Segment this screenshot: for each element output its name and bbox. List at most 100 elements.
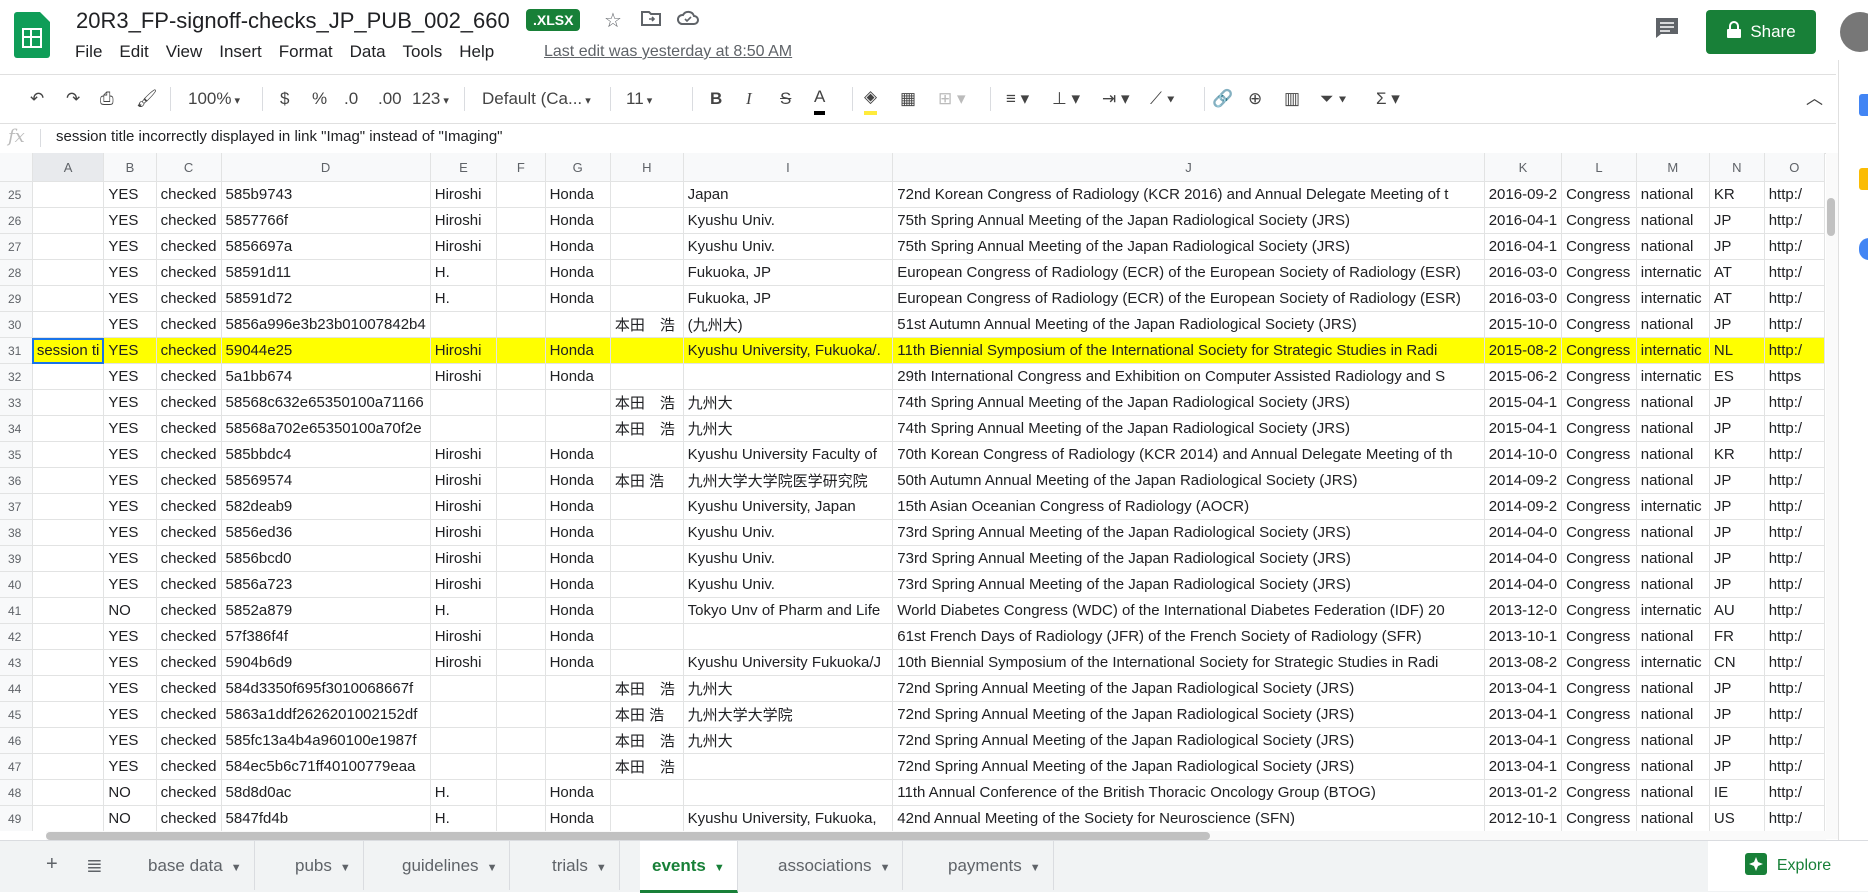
cell[interactable]: Hiroshi [430,571,498,598]
cell[interactable]: 本田 浩 [610,389,684,416]
cell[interactable]: national [1636,389,1710,416]
cell[interactable]: national [1636,181,1710,208]
cell[interactable]: checked [156,415,222,442]
cell[interactable]: 本田 浩 [610,753,684,780]
cell[interactable]: Congress [1561,597,1637,624]
row-header[interactable]: 40 [0,571,33,598]
cell[interactable]: Congress [1561,259,1637,286]
cell[interactable]: 5847fd4b [221,805,431,831]
cell[interactable]: Honda [545,233,611,260]
cell[interactable]: YES [103,571,157,598]
cell[interactable] [32,805,105,831]
cell[interactable] [496,571,546,598]
cell[interactable]: KR [1709,181,1765,208]
cell[interactable] [610,259,684,286]
cell[interactable]: Hiroshi [430,207,498,234]
cell[interactable]: checked [156,571,222,598]
paint-format-icon[interactable]: 🖌 [136,87,158,111]
cell[interactable] [32,415,105,442]
formula-input[interactable]: session title incorrectly displayed in l… [56,128,503,145]
cell[interactable]: 72nd Korean Congress of Radiology (KCR 2… [892,181,1485,208]
cell[interactable]: 5856a996e3b23b01007842b4 [221,311,431,338]
cell[interactable]: Honda [545,779,611,806]
cell[interactable]: Congress [1561,285,1637,312]
row-header[interactable]: 49 [0,805,33,831]
cell[interactable]: 585b9743 [221,181,431,208]
cell[interactable]: http:/ [1764,649,1825,676]
cell[interactable]: 2013-04-1 [1484,727,1563,754]
cell[interactable]: Kyushu University, Japan [683,493,894,520]
cell[interactable]: JP [1709,311,1765,338]
cell[interactable] [496,285,546,312]
cell[interactable] [496,311,546,338]
cell[interactable]: 2015-10-0 [1484,311,1563,338]
menu-view[interactable]: View [166,42,212,62]
cell[interactable]: Hiroshi [430,623,498,650]
increase-decimal-button[interactable]: .00 [378,87,402,111]
cell[interactable]: 2012-10-1 [1484,805,1563,831]
cell[interactable]: internatic [1636,337,1710,364]
cell[interactable]: 57f386f4f [221,623,431,650]
cell[interactable]: JP [1709,493,1765,520]
cell[interactable]: 2013-12-0 [1484,597,1563,624]
menu-format[interactable]: Format [279,42,342,62]
cell[interactable]: 74th Spring Annual Meeting of the Japan … [892,389,1485,416]
insert-comment-icon[interactable]: ⊕ [1248,87,1262,111]
move-folder-icon[interactable] [640,8,662,34]
cell[interactable]: Honda [545,597,611,624]
cell[interactable]: ES [1709,363,1765,390]
cell[interactable] [32,675,105,702]
cell[interactable]: Congress [1561,415,1637,442]
cell[interactable] [32,571,105,598]
cell[interactable]: 九州大 [683,415,894,442]
cell[interactable]: Congress [1561,467,1637,494]
cell[interactable]: national [1636,727,1710,754]
cell[interactable]: checked [156,441,222,468]
cell[interactable]: 73rd Spring Annual Meeting of the Japan … [892,571,1485,598]
zoom-select[interactable]: 100% [188,87,240,111]
font-select[interactable]: Default (Ca... [482,87,591,111]
print-icon[interactable]: ⎙ [100,87,114,111]
cell[interactable]: Hiroshi [430,337,498,364]
cell[interactable]: 5856ed36 [221,519,431,546]
cell[interactable]: national [1636,701,1710,728]
cell[interactable]: AU [1709,597,1765,624]
cell[interactable]: http:/ [1764,233,1825,260]
column-header[interactable]: A [32,153,105,182]
cell[interactable]: CN [1709,649,1765,676]
text-wrap-icon[interactable]: ⇥ ▾ [1102,87,1130,111]
cell[interactable]: internatic [1636,259,1710,286]
cell[interactable]: 2016-03-0 [1484,259,1563,286]
row-header[interactable]: 26 [0,207,33,234]
cell[interactable]: Kyushu Univ. [683,233,894,260]
cell[interactable]: 582deab9 [221,493,431,520]
cell[interactable]: 2014-09-2 [1484,467,1563,494]
cell[interactable]: http:/ [1764,207,1825,234]
cell[interactable]: JP [1709,233,1765,260]
cell[interactable]: 5856a723 [221,571,431,598]
cell[interactable] [545,701,611,728]
cell[interactable] [32,597,105,624]
cell[interactable] [610,233,684,260]
cell[interactable]: checked [156,181,222,208]
filter-icon[interactable]: ⏷ ▾ [1320,87,1347,111]
cell[interactable]: Hiroshi [430,233,498,260]
menu-data[interactable]: Data [350,42,395,62]
menu-help[interactable]: Help [459,42,503,62]
cell[interactable]: Congress [1561,701,1637,728]
cell[interactable]: Congress [1561,337,1637,364]
font-size-select[interactable]: 11 [626,87,686,111]
cell[interactable]: 11th Annual Conference of the British Th… [892,779,1485,806]
cell[interactable] [496,233,546,260]
cell[interactable]: Kyushu Univ. [683,571,894,598]
cell[interactable]: JP [1709,545,1765,572]
cell[interactable]: checked [156,519,222,546]
cell[interactable] [496,207,546,234]
cell[interactable] [496,779,546,806]
cell[interactable]: 2015-04-1 [1484,389,1563,416]
cell[interactable]: Honda [545,259,611,286]
cell[interactable]: checked [156,389,222,416]
column-header[interactable]: I [683,153,894,182]
cell[interactable]: 本田 浩 [610,311,684,338]
cell[interactable]: http:/ [1764,519,1825,546]
